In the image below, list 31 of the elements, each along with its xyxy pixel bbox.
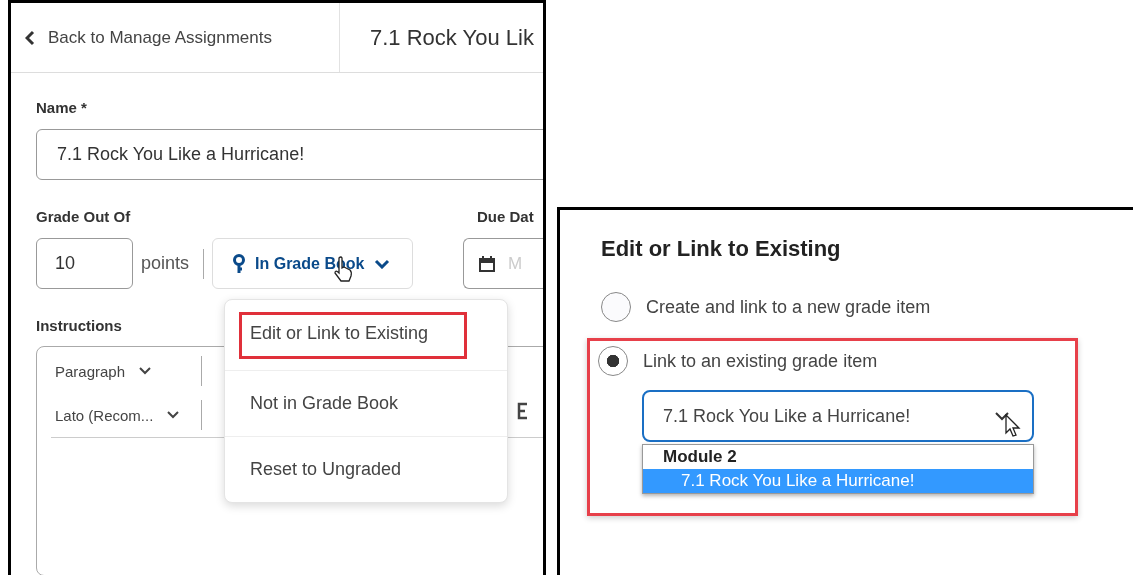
grade-field[interactable]: 10 (36, 238, 133, 289)
chevron-down-icon (374, 258, 391, 269)
menu-item-label: Reset to Ungraded (250, 459, 402, 479)
field-label: Instructions (36, 317, 122, 334)
option-group-label: Module 2 (662, 446, 738, 468)
page-title: 7.1 Rock You Lik (369, 23, 534, 52)
radio-button[interactable] (598, 346, 628, 376)
calendar-icon (478, 254, 496, 273)
menu-item[interactable]: Not in Grade Book (225, 370, 507, 436)
toolbar-dropdown[interactable]: Paragraph (51, 362, 191, 380)
name-field[interactable]: 7.1 Rock You Like a Hurricane! (36, 129, 543, 180)
radio-button[interactable] (601, 292, 631, 322)
back-link[interactable]: Back to Manage Assignments (11, 3, 340, 72)
field-label: Name * (36, 99, 88, 116)
pointer-cursor-icon (1005, 414, 1021, 438)
chevron-left-icon (25, 29, 35, 46)
option-label: Create and link to a new grade item (646, 296, 931, 318)
chevron-down-icon (994, 411, 1010, 421)
option-label: Link to an existing grade item (643, 350, 878, 372)
unit-label: points (141, 253, 190, 274)
toolbar-dropdown[interactable]: Lato (Recom... (51, 406, 191, 424)
highlight-frame: Edit or Link to Existing (239, 311, 468, 359)
chevron-down-icon (139, 367, 152, 375)
field-label: Due Dat (477, 208, 535, 225)
chevron-down-icon (167, 411, 180, 419)
dialog-title: Edit or Link to Existing (601, 236, 842, 262)
select-field[interactable]: 7.1 Rock You Like a Hurricane! (642, 390, 1034, 442)
menu-item[interactable]: Reset to Ungraded (225, 436, 507, 502)
menu-item-label: Not in Grade Book (250, 393, 399, 413)
menu-item[interactable]: Edit or Link to Existing (225, 300, 507, 370)
field-label: Grade Out Of (36, 208, 131, 225)
